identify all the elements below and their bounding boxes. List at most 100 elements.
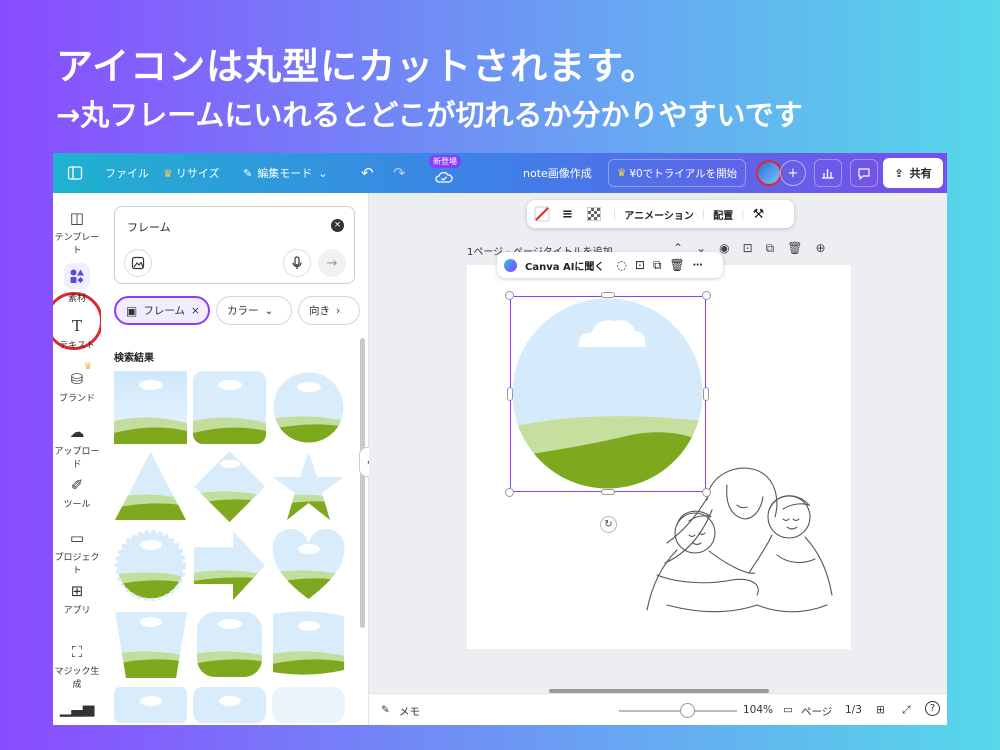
- add-page-icon[interactable]: ⊕: [815, 241, 825, 256]
- trash-icon[interactable]: 🗑: [787, 241, 802, 256]
- transparency-icon[interactable]: [586, 207, 601, 221]
- frame-icon: ▣: [126, 303, 138, 318]
- frame-rounded-square[interactable]: [193, 371, 266, 444]
- folder-icon: ▭: [69, 529, 85, 547]
- trash-icon[interactable]: 🗑: [670, 258, 685, 272]
- frame-star[interactable]: [272, 450, 345, 523]
- frame-square[interactable]: [114, 371, 187, 444]
- undo-icon[interactable]: ↶: [361, 153, 374, 193]
- rail-item-upload[interactable]: ☁ アップロード: [53, 423, 101, 470]
- resize-button[interactable]: ♛ リサイズ: [163, 153, 220, 193]
- arrow-right-icon[interactable]: →: [318, 249, 346, 277]
- share-button[interactable]: ⇪ 共有: [883, 158, 943, 188]
- comment-icon[interactable]: [850, 159, 878, 187]
- rail-item-apps[interactable]: ⊞ アプリ: [53, 582, 101, 616]
- rail-label: プロジェクト: [54, 553, 100, 576]
- close-icon[interactable]: ×: [191, 305, 200, 317]
- resize-handle[interactable]: [702, 488, 711, 497]
- comment-plus-icon[interactable]: ◌: [616, 258, 626, 272]
- notes-icon[interactable]: ✎: [381, 704, 390, 716]
- crown-icon: ♛: [163, 166, 173, 180]
- rail-item-tools[interactable]: ✐ ツール: [53, 476, 101, 510]
- more-icon[interactable]: ⋯: [693, 260, 703, 271]
- sidebar-toggle-icon[interactable]: [67, 153, 83, 193]
- rail-label: テキスト: [59, 341, 95, 351]
- border-style-icon[interactable]: ≡: [562, 207, 573, 222]
- clear-search-icon[interactable]: ×: [331, 219, 344, 232]
- frame-circle[interactable]: [272, 371, 345, 444]
- rail-item-elements[interactable]: 素材: [53, 263, 101, 304]
- rail-label: マジック生成: [54, 667, 100, 690]
- grid-view-icon[interactable]: ⊞: [876, 704, 885, 716]
- document-title[interactable]: note画像作成: [523, 153, 592, 193]
- rail-item-magic[interactable]: ⛶ マジック生成: [53, 643, 101, 690]
- frame-wave[interactable]: [272, 608, 345, 681]
- frame-heart[interactable]: [272, 529, 345, 602]
- rotate-icon[interactable]: ↻: [600, 516, 617, 533]
- file-menu[interactable]: ファイル: [105, 153, 149, 193]
- canva-ai-icon: [504, 258, 517, 272]
- frame-diamond[interactable]: [193, 450, 266, 523]
- trial-button[interactable]: ♛ ¥0でトライアルを開始: [608, 159, 746, 187]
- rail-label: ブランド: [58, 394, 95, 404]
- analytics-icon[interactable]: [814, 159, 842, 187]
- help-icon[interactable]: ?: [925, 701, 940, 716]
- duplicate-icon[interactable]: ⧉: [653, 258, 662, 273]
- zoom-level[interactable]: 104%: [743, 704, 773, 716]
- fullscreen-icon[interactable]: ⤢: [902, 704, 910, 717]
- duplicate-icon[interactable]: ⧉: [766, 241, 775, 256]
- frame-rounded-square[interactable]: [193, 687, 266, 723]
- filter-chip-color[interactable]: カラー ⌄: [216, 296, 292, 325]
- resize-handle[interactable]: [505, 488, 514, 497]
- lock-icon[interactable]: ⊡: [635, 258, 645, 272]
- paint-roller-icon[interactable]: ⚒: [753, 207, 765, 222]
- cloud-sync-icon[interactable]: [435, 157, 453, 197]
- animation-button[interactable]: アニメーション: [624, 207, 694, 222]
- resize-handle[interactable]: [507, 387, 513, 401]
- pages-button[interactable]: ページ: [801, 704, 832, 719]
- crown-icon: ♛: [616, 167, 627, 179]
- filter-chip-frame[interactable]: ▣ フレーム ×: [114, 296, 210, 325]
- trial-label: ¥0でトライアルを開始: [629, 167, 738, 180]
- search-input[interactable]: フレーム: [127, 219, 171, 235]
- redo-icon[interactable]: ↷: [393, 153, 406, 193]
- resize-handle[interactable]: [702, 291, 711, 300]
- rail-item-brand[interactable]: ♛ ⛁ ブランド: [53, 362, 101, 404]
- frame-triangle[interactable]: [114, 450, 187, 523]
- user-avatar[interactable]: [756, 160, 782, 186]
- image-search-icon[interactable]: [124, 249, 152, 277]
- rail-label: アプリ: [63, 606, 91, 616]
- lock-icon[interactable]: ⊡: [743, 241, 753, 256]
- zoom-slider-knob[interactable]: [680, 703, 695, 718]
- frame-scalloped[interactable]: [193, 608, 266, 681]
- panel-scrollbar[interactable]: [360, 338, 365, 628]
- arrange-button[interactable]: 配置: [713, 207, 733, 222]
- resize-handle[interactable]: [601, 292, 615, 298]
- selected-circle-frame[interactable]: [510, 296, 706, 492]
- notes-button[interactable]: メモ: [399, 704, 420, 719]
- resize-handle[interactable]: [703, 387, 709, 401]
- zoom-slider[interactable]: [619, 710, 737, 712]
- frame-parallelogram[interactable]: [114, 608, 187, 681]
- resize-label: リサイズ: [175, 167, 220, 180]
- frame-arrow[interactable]: [193, 529, 266, 602]
- frame-circle[interactable]: [272, 687, 345, 723]
- ask-canva-ai-button[interactable]: Canva AIに聞く: [525, 258, 604, 273]
- search-box[interactable]: フレーム × →: [114, 206, 355, 284]
- filter-chip-direction[interactable]: 向き ›: [298, 296, 360, 325]
- rail-item-projects[interactable]: ▭ プロジェクト: [53, 529, 101, 576]
- edit-mode-dropdown[interactable]: ✎ 編集モード ⌄: [243, 153, 327, 193]
- resize-handle[interactable]: [601, 489, 615, 495]
- color-none-icon[interactable]: [534, 206, 550, 222]
- edit-mode-label: 編集モード: [257, 167, 313, 180]
- add-collaborator-icon[interactable]: +: [780, 160, 806, 186]
- resize-handle[interactable]: [505, 291, 514, 300]
- microphone-icon[interactable]: [283, 249, 311, 277]
- rail-item-more[interactable]: ▁▃▅: [53, 699, 101, 720]
- rail-label: アップロード: [54, 447, 100, 470]
- frame-square[interactable]: [114, 687, 187, 723]
- pages-icon[interactable]: ▭: [783, 704, 793, 716]
- frame-badge[interactable]: [114, 529, 187, 602]
- rail-item-template[interactable]: ◫ テンプレート: [53, 209, 101, 256]
- rail-item-text[interactable]: T テキスト: [53, 317, 101, 351]
